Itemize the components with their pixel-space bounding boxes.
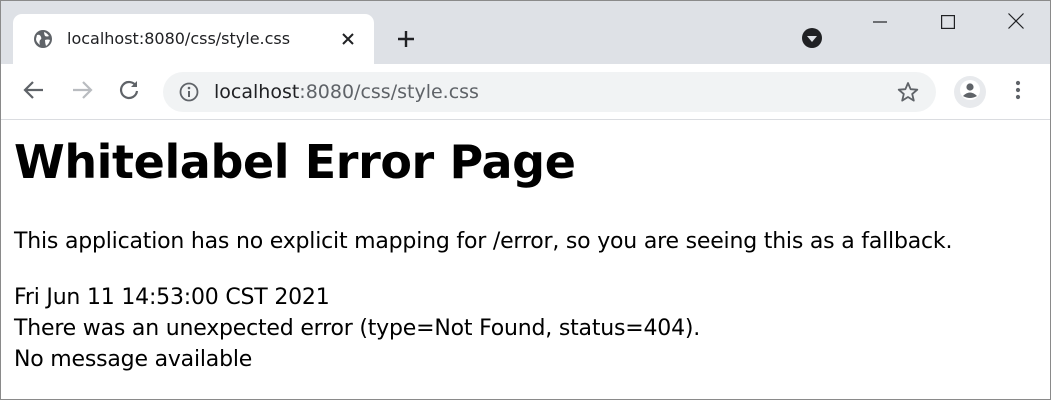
- globe-icon: [33, 29, 53, 49]
- url-path: :8080/css/style.css: [299, 81, 479, 103]
- error-description: This application has no explicit mapping…: [14, 229, 953, 254]
- info-icon[interactable]: [179, 82, 199, 102]
- reload-button[interactable]: [113, 76, 145, 108]
- active-tab[interactable]: localhost:8080/css/style.css: [13, 14, 374, 66]
- person-icon: [959, 79, 981, 105]
- reload-icon: [118, 79, 140, 105]
- window-maximize-button[interactable]: [914, 0, 982, 46]
- back-button[interactable]: [18, 76, 50, 108]
- tab-strip: localhost:8080/css/style.css: [0, 0, 1051, 66]
- close-icon: [1008, 13, 1024, 33]
- address-bar[interactable]: localhost:8080/css/style.css: [163, 72, 936, 112]
- profile-avatar-button[interactable]: [954, 76, 986, 108]
- error-status-line: There was an unexpected error (type=Not …: [14, 316, 701, 341]
- bookmark-star-icon[interactable]: [897, 81, 919, 103]
- error-timestamp: Fri Jun 11 14:53:00 CST 2021: [14, 285, 330, 310]
- tab-search-chevron-icon[interactable]: [801, 27, 823, 49]
- maximize-icon: [941, 14, 956, 33]
- forward-button[interactable]: [66, 76, 98, 108]
- arrow-right-icon: [71, 79, 93, 105]
- page-title: Whitelabel Error Page: [14, 135, 576, 189]
- browser-menu-button[interactable]: [1003, 76, 1033, 108]
- tab-title: localhost:8080/css/style.css: [67, 29, 291, 48]
- kebab-menu-icon: [1015, 80, 1021, 104]
- page-content: Whitelabel Error Page This application h…: [14, 121, 1044, 400]
- arrow-left-icon: [23, 79, 45, 105]
- tab-close-icon[interactable]: [337, 28, 359, 50]
- url-text[interactable]: localhost:8080/css/style.css: [214, 81, 479, 103]
- error-message: No message available: [14, 347, 253, 372]
- window-minimize-button[interactable]: [846, 0, 914, 46]
- minimize-icon: [873, 14, 887, 33]
- new-tab-plus-icon[interactable]: [393, 26, 419, 52]
- window-close-button[interactable]: [982, 0, 1050, 46]
- url-host: localhost: [214, 81, 300, 103]
- browser-toolbar: localhost:8080/css/style.css: [0, 64, 1051, 120]
